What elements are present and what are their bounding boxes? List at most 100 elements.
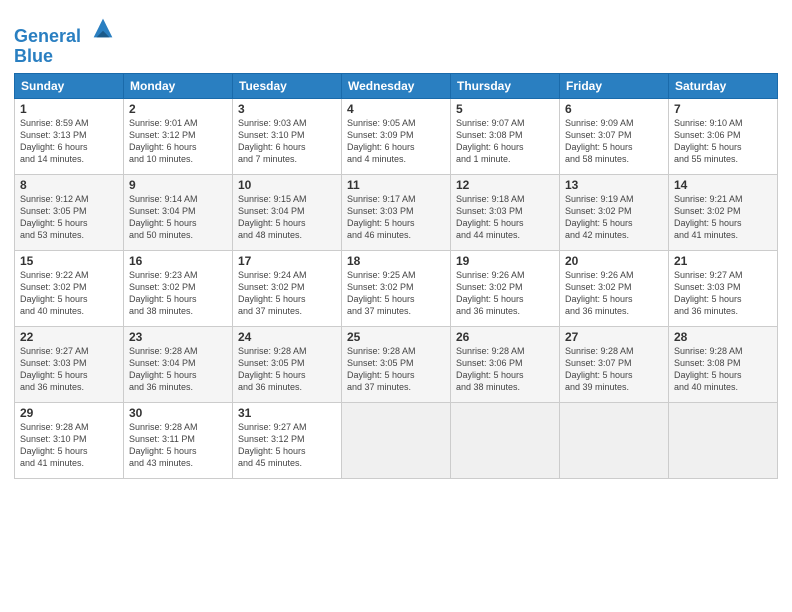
day-number: 23 bbox=[129, 330, 227, 344]
day-info: Sunrise: 8:59 AM Sunset: 3:13 PM Dayligh… bbox=[20, 117, 118, 166]
day-number: 26 bbox=[456, 330, 554, 344]
calendar-cell: 23Sunrise: 9:28 AM Sunset: 3:04 PM Dayli… bbox=[124, 326, 233, 402]
calendar-cell: 26Sunrise: 9:28 AM Sunset: 3:06 PM Dayli… bbox=[451, 326, 560, 402]
day-info: Sunrise: 9:28 AM Sunset: 3:11 PM Dayligh… bbox=[129, 421, 227, 470]
day-number: 2 bbox=[129, 102, 227, 116]
day-info: Sunrise: 9:07 AM Sunset: 3:08 PM Dayligh… bbox=[456, 117, 554, 166]
day-info: Sunrise: 9:21 AM Sunset: 3:02 PM Dayligh… bbox=[674, 193, 772, 242]
day-number: 13 bbox=[565, 178, 663, 192]
logo: General Blue bbox=[14, 14, 117, 67]
calendar-cell: 24Sunrise: 9:28 AM Sunset: 3:05 PM Dayli… bbox=[233, 326, 342, 402]
day-number: 18 bbox=[347, 254, 445, 268]
calendar-cell: 2Sunrise: 9:01 AM Sunset: 3:12 PM Daylig… bbox=[124, 98, 233, 174]
day-number: 31 bbox=[238, 406, 336, 420]
calendar-cell bbox=[451, 402, 560, 478]
calendar-cell bbox=[669, 402, 778, 478]
calendar-cell: 18Sunrise: 9:25 AM Sunset: 3:02 PM Dayli… bbox=[342, 250, 451, 326]
calendar-cell: 29Sunrise: 9:28 AM Sunset: 3:10 PM Dayli… bbox=[15, 402, 124, 478]
day-info: Sunrise: 9:25 AM Sunset: 3:02 PM Dayligh… bbox=[347, 269, 445, 318]
col-header-monday: Monday bbox=[124, 73, 233, 98]
calendar-cell: 1Sunrise: 8:59 AM Sunset: 3:13 PM Daylig… bbox=[15, 98, 124, 174]
calendar-cell bbox=[342, 402, 451, 478]
day-number: 4 bbox=[347, 102, 445, 116]
day-number: 15 bbox=[20, 254, 118, 268]
logo-text2: Blue bbox=[14, 47, 117, 67]
day-info: Sunrise: 9:15 AM Sunset: 3:04 PM Dayligh… bbox=[238, 193, 336, 242]
day-number: 21 bbox=[674, 254, 772, 268]
col-header-saturday: Saturday bbox=[669, 73, 778, 98]
calendar-header-row: SundayMondayTuesdayWednesdayThursdayFrid… bbox=[15, 73, 778, 98]
day-info: Sunrise: 9:12 AM Sunset: 3:05 PM Dayligh… bbox=[20, 193, 118, 242]
day-info: Sunrise: 9:14 AM Sunset: 3:04 PM Dayligh… bbox=[129, 193, 227, 242]
day-info: Sunrise: 9:28 AM Sunset: 3:04 PM Dayligh… bbox=[129, 345, 227, 394]
logo-icon bbox=[89, 14, 117, 42]
calendar-cell: 25Sunrise: 9:28 AM Sunset: 3:05 PM Dayli… bbox=[342, 326, 451, 402]
day-info: Sunrise: 9:22 AM Sunset: 3:02 PM Dayligh… bbox=[20, 269, 118, 318]
day-info: Sunrise: 9:18 AM Sunset: 3:03 PM Dayligh… bbox=[456, 193, 554, 242]
day-number: 9 bbox=[129, 178, 227, 192]
logo-text: General bbox=[14, 14, 117, 47]
day-info: Sunrise: 9:28 AM Sunset: 3:07 PM Dayligh… bbox=[565, 345, 663, 394]
col-header-thursday: Thursday bbox=[451, 73, 560, 98]
day-info: Sunrise: 9:28 AM Sunset: 3:06 PM Dayligh… bbox=[456, 345, 554, 394]
day-number: 1 bbox=[20, 102, 118, 116]
day-number: 28 bbox=[674, 330, 772, 344]
calendar-cell: 7Sunrise: 9:10 AM Sunset: 3:06 PM Daylig… bbox=[669, 98, 778, 174]
calendar-week-2: 8Sunrise: 9:12 AM Sunset: 3:05 PM Daylig… bbox=[15, 174, 778, 250]
day-info: Sunrise: 9:26 AM Sunset: 3:02 PM Dayligh… bbox=[565, 269, 663, 318]
day-info: Sunrise: 9:10 AM Sunset: 3:06 PM Dayligh… bbox=[674, 117, 772, 166]
calendar-cell: 4Sunrise: 9:05 AM Sunset: 3:09 PM Daylig… bbox=[342, 98, 451, 174]
calendar-cell: 14Sunrise: 9:21 AM Sunset: 3:02 PM Dayli… bbox=[669, 174, 778, 250]
day-number: 22 bbox=[20, 330, 118, 344]
day-info: Sunrise: 9:26 AM Sunset: 3:02 PM Dayligh… bbox=[456, 269, 554, 318]
day-info: Sunrise: 9:05 AM Sunset: 3:09 PM Dayligh… bbox=[347, 117, 445, 166]
calendar-cell: 22Sunrise: 9:27 AM Sunset: 3:03 PM Dayli… bbox=[15, 326, 124, 402]
calendar-week-1: 1Sunrise: 8:59 AM Sunset: 3:13 PM Daylig… bbox=[15, 98, 778, 174]
day-number: 25 bbox=[347, 330, 445, 344]
page-header: General Blue bbox=[14, 10, 778, 67]
day-info: Sunrise: 9:27 AM Sunset: 3:03 PM Dayligh… bbox=[674, 269, 772, 318]
day-number: 3 bbox=[238, 102, 336, 116]
col-header-wednesday: Wednesday bbox=[342, 73, 451, 98]
calendar-cell: 6Sunrise: 9:09 AM Sunset: 3:07 PM Daylig… bbox=[560, 98, 669, 174]
calendar-cell: 16Sunrise: 9:23 AM Sunset: 3:02 PM Dayli… bbox=[124, 250, 233, 326]
day-number: 29 bbox=[20, 406, 118, 420]
calendar-cell: 19Sunrise: 9:26 AM Sunset: 3:02 PM Dayli… bbox=[451, 250, 560, 326]
calendar-cell: 15Sunrise: 9:22 AM Sunset: 3:02 PM Dayli… bbox=[15, 250, 124, 326]
calendar-cell: 27Sunrise: 9:28 AM Sunset: 3:07 PM Dayli… bbox=[560, 326, 669, 402]
day-number: 24 bbox=[238, 330, 336, 344]
day-number: 19 bbox=[456, 254, 554, 268]
col-header-sunday: Sunday bbox=[15, 73, 124, 98]
day-info: Sunrise: 9:17 AM Sunset: 3:03 PM Dayligh… bbox=[347, 193, 445, 242]
day-number: 16 bbox=[129, 254, 227, 268]
calendar-cell: 11Sunrise: 9:17 AM Sunset: 3:03 PM Dayli… bbox=[342, 174, 451, 250]
calendar-cell: 21Sunrise: 9:27 AM Sunset: 3:03 PM Dayli… bbox=[669, 250, 778, 326]
day-info: Sunrise: 9:28 AM Sunset: 3:05 PM Dayligh… bbox=[347, 345, 445, 394]
day-info: Sunrise: 9:19 AM Sunset: 3:02 PM Dayligh… bbox=[565, 193, 663, 242]
day-info: Sunrise: 9:01 AM Sunset: 3:12 PM Dayligh… bbox=[129, 117, 227, 166]
day-info: Sunrise: 9:27 AM Sunset: 3:12 PM Dayligh… bbox=[238, 421, 336, 470]
calendar-cell: 28Sunrise: 9:28 AM Sunset: 3:08 PM Dayli… bbox=[669, 326, 778, 402]
day-info: Sunrise: 9:23 AM Sunset: 3:02 PM Dayligh… bbox=[129, 269, 227, 318]
day-number: 6 bbox=[565, 102, 663, 116]
day-info: Sunrise: 9:03 AM Sunset: 3:10 PM Dayligh… bbox=[238, 117, 336, 166]
day-number: 7 bbox=[674, 102, 772, 116]
day-number: 14 bbox=[674, 178, 772, 192]
calendar-table: SundayMondayTuesdayWednesdayThursdayFrid… bbox=[14, 73, 778, 479]
day-number: 20 bbox=[565, 254, 663, 268]
day-number: 17 bbox=[238, 254, 336, 268]
day-number: 10 bbox=[238, 178, 336, 192]
day-info: Sunrise: 9:28 AM Sunset: 3:10 PM Dayligh… bbox=[20, 421, 118, 470]
calendar-cell: 3Sunrise: 9:03 AM Sunset: 3:10 PM Daylig… bbox=[233, 98, 342, 174]
day-number: 8 bbox=[20, 178, 118, 192]
col-header-friday: Friday bbox=[560, 73, 669, 98]
calendar-week-4: 22Sunrise: 9:27 AM Sunset: 3:03 PM Dayli… bbox=[15, 326, 778, 402]
calendar-cell: 9Sunrise: 9:14 AM Sunset: 3:04 PM Daylig… bbox=[124, 174, 233, 250]
col-header-tuesday: Tuesday bbox=[233, 73, 342, 98]
day-number: 11 bbox=[347, 178, 445, 192]
day-info: Sunrise: 9:28 AM Sunset: 3:05 PM Dayligh… bbox=[238, 345, 336, 394]
calendar-cell: 10Sunrise: 9:15 AM Sunset: 3:04 PM Dayli… bbox=[233, 174, 342, 250]
calendar-cell: 30Sunrise: 9:28 AM Sunset: 3:11 PM Dayli… bbox=[124, 402, 233, 478]
day-number: 12 bbox=[456, 178, 554, 192]
calendar-cell bbox=[560, 402, 669, 478]
